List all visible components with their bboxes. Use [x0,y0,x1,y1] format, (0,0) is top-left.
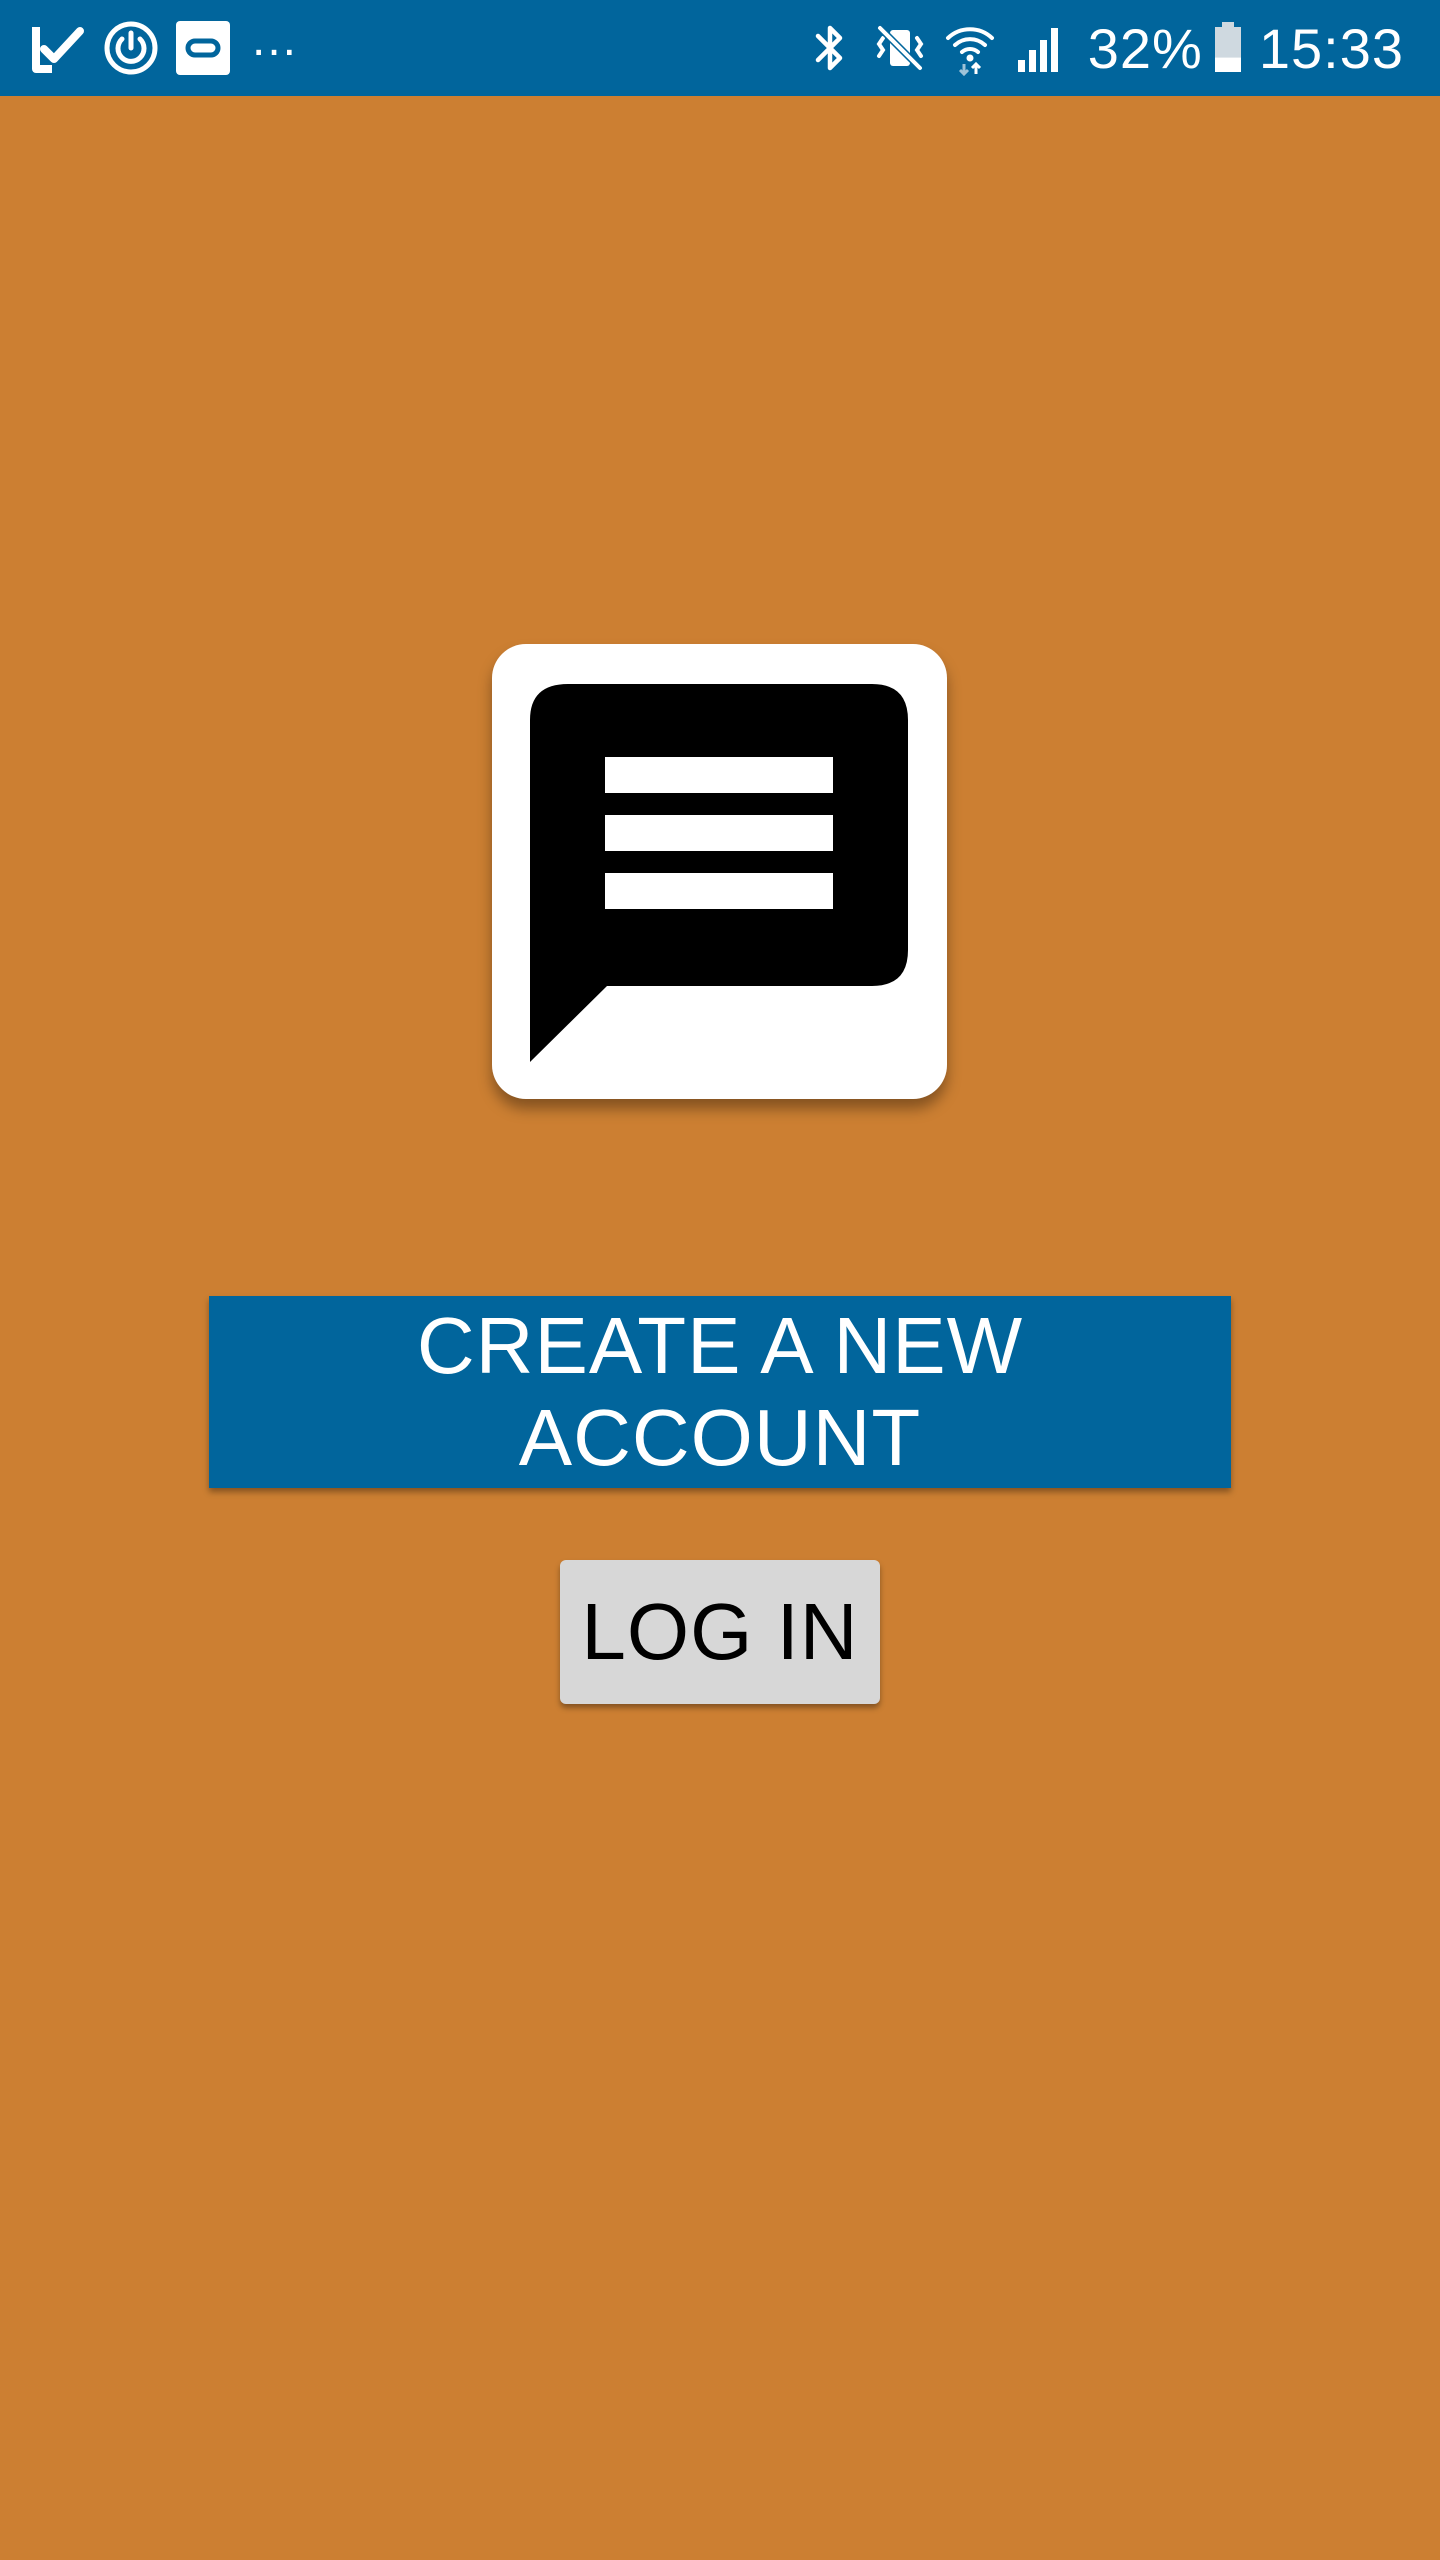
battery-icon [1213,22,1243,74]
more-notifications-indicator: ... [252,13,299,66]
battery-percent: 32% [1087,16,1203,80]
signal-icon [1014,20,1066,76]
clock: 15:33 [1258,16,1404,80]
bluetooth-icon [804,20,856,76]
app-logo [492,644,947,1099]
system-icons: 32% 15:33 [786,16,1404,80]
app-notification-icon [174,19,232,77]
chat-bubble-icon [530,684,908,1062]
power-clock-icon [102,19,160,77]
wifi-icon [944,20,996,76]
create-account-button[interactable]: CREATE A NEW ACCOUNT [209,1296,1231,1488]
notification-icons: ... [30,13,299,78]
status-bar: ... 32% 15:33 [0,0,1440,96]
vibrate-mute-icon [874,20,926,76]
check-notification-icon [30,19,88,77]
login-button[interactable]: LOG IN [560,1560,880,1704]
